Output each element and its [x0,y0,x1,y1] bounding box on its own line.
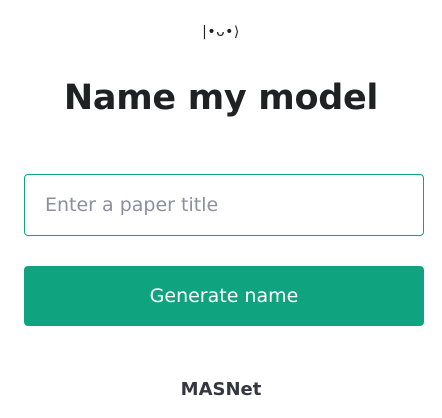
page: |•ᴗ•⟩ Name my model Generate name MASNet [0,0,442,418]
generated-name-result: MASNet [180,379,262,400]
page-title: Name my model [63,78,379,118]
logo-emoticon: |•ᴗ•⟩ [202,24,240,40]
generate-name-button[interactable]: Generate name [24,266,424,326]
paper-title-input[interactable] [24,174,424,236]
